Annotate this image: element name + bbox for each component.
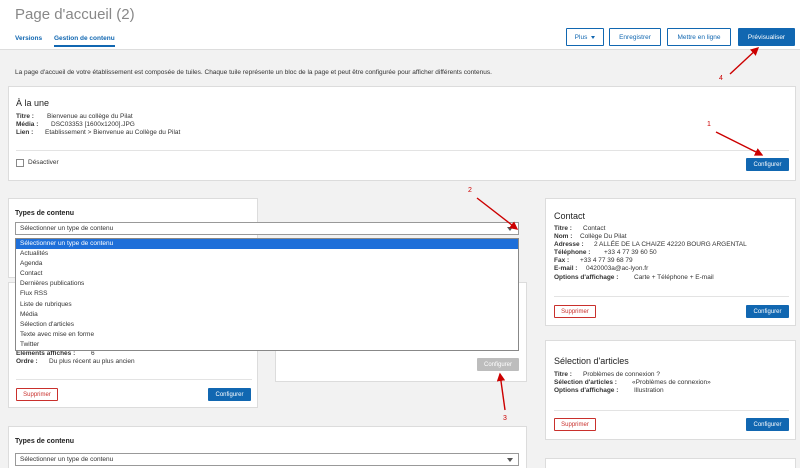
annotation-number-3: 3 — [503, 415, 507, 422]
selection-row-titre: Titre : — [554, 371, 572, 378]
page-header: Page d'accueil (2) Versions Gestion de c… — [0, 0, 800, 50]
selection-title: Sélection d'articles — [554, 356, 629, 366]
plus-dropdown-button[interactable]: Plus — [566, 28, 604, 46]
option-contact[interactable]: Contact — [16, 269, 518, 279]
a-la-une-value-titre: Bienvenue au collège du Pilat — [47, 113, 133, 120]
annotation-number-1: 1 — [707, 121, 711, 128]
left-row-ordre: Ordre : — [16, 358, 38, 365]
option-actualites[interactable]: Actualités — [16, 249, 518, 259]
a-la-une-row-media: Média : — [16, 121, 39, 128]
selection-value-options: Illustration — [634, 387, 664, 394]
disable-checkbox[interactable] — [16, 159, 24, 167]
option-dernieres-publications[interactable]: Dernières publications — [16, 279, 518, 289]
option-twitter[interactable]: Twitter — [16, 340, 518, 350]
content-type-select-1[interactable]: Sélectionner un type de contenu — [15, 222, 519, 235]
divider — [554, 296, 789, 297]
option-select-type[interactable]: Sélectionner un type de contenu — [16, 239, 518, 250]
contact-title: Contact — [554, 211, 586, 221]
annotation-number-4: 4 — [719, 75, 723, 82]
a-la-une-value-media: DSC03353 [1600x1200].JPG — [51, 121, 135, 128]
content-type-select-value-2: Sélectionner un type de contenu — [20, 456, 114, 463]
delete-button-contact[interactable]: Supprimer — [554, 305, 596, 318]
types-label-1: Types de contenu — [15, 210, 74, 217]
selection-value-articles: «Problèmes de connexion» — [632, 379, 711, 386]
a-la-une-row-titre: Titre : — [16, 113, 34, 120]
contact-row-email: E-mail : — [554, 265, 578, 272]
divider — [554, 410, 789, 411]
configure-button-selection[interactable]: Configurer — [746, 418, 789, 431]
contact-value-adresse: 2 ALLÉE DE LA CHAIZE 42220 BOURG ARGENTA… — [594, 241, 747, 248]
content-type-select-value-1: Sélectionner un type de contenu — [20, 225, 114, 232]
contact-row-titre: Titre : — [554, 225, 572, 232]
option-flux-rss[interactable]: Flux RSS — [16, 289, 518, 299]
contact-card: Contact Titre : Contact Nom : Collège Du… — [545, 198, 796, 326]
a-la-une-value-lien: Etablissement > Bienvenue au Collège du … — [45, 129, 181, 136]
plus-label: Plus — [574, 33, 588, 41]
delete-button-left[interactable]: Supprimer — [16, 388, 58, 401]
content-type-select-2[interactable]: Sélectionner un type de contenu — [15, 453, 519, 466]
left-value-elements: 6 — [91, 350, 95, 357]
configure-button-left[interactable]: Configurer — [208, 388, 251, 401]
contact-row-telephone: Téléphone : — [554, 249, 591, 256]
tab-versions[interactable]: Versions — [15, 35, 42, 42]
contact-row-adresse: Adresse : — [554, 241, 584, 248]
contact-value-telephone: +33 4 77 39 60 50 — [604, 249, 657, 256]
option-selection-articles[interactable]: Sélection d'articles — [16, 320, 518, 330]
right-bottom-card — [545, 458, 796, 468]
selection-row-articles: Sélection d'articles : — [554, 379, 617, 386]
divider — [16, 379, 252, 380]
types-label-2: Types de contenu — [15, 438, 74, 445]
left-row-elements: Eléments affichés : — [16, 350, 76, 357]
publish-button[interactable]: Mettre en ligne — [667, 28, 731, 46]
page-title: Page d'accueil (2) — [15, 6, 135, 23]
a-la-une-row-lien: Lien : — [16, 129, 34, 136]
tab-gestion-de-contenu[interactable]: Gestion de contenu — [54, 35, 115, 47]
preview-button[interactable]: Prévisualiser — [738, 28, 795, 46]
annotation-arrow-4 — [729, 47, 760, 75]
configure-button-a-la-une[interactable]: Configurer — [746, 158, 789, 171]
annotation-number-2: 2 — [468, 187, 472, 194]
left-value-ordre: Du plus récent au plus ancien — [49, 358, 135, 365]
contact-row-fax: Fax : — [554, 257, 570, 264]
save-button[interactable]: Enregistrer — [609, 28, 661, 46]
disable-label: Désactiver — [28, 159, 59, 166]
selection-card: Sélection d'articles Titre : Problèmes d… — [545, 340, 796, 440]
intro-text: La page d'accueil de votre établissement… — [15, 69, 492, 76]
configure-button-contact[interactable]: Configurer — [746, 305, 789, 318]
contact-value-email: 0420003a@ac-lyon.fr — [586, 265, 649, 272]
option-liste-rubriques[interactable]: Liste de rubriques — [16, 300, 518, 310]
chevron-down-icon — [507, 458, 513, 462]
delete-button-selection[interactable]: Supprimer — [554, 418, 596, 431]
contact-value-nom: Collège Du Pilat — [580, 233, 627, 240]
contact-value-fax: +33 4 77 39 68 79 — [580, 257, 633, 264]
contact-value-options: Carte + Téléphone + E-mail — [634, 274, 714, 281]
selection-value-titre: Problèmes de connexion ? — [583, 371, 660, 378]
contact-value-titre: Contact — [583, 225, 606, 232]
content-type-dropdown-list: Sélectionner un type de contenu Actualit… — [15, 238, 519, 351]
divider — [16, 150, 789, 151]
a-la-une-title: À la une — [16, 98, 50, 108]
chevron-down-icon — [507, 227, 513, 231]
option-agenda[interactable]: Agenda — [16, 259, 518, 269]
option-media[interactable]: Média — [16, 310, 518, 320]
contact-row-options: Options d'affichage : — [554, 274, 619, 281]
contact-row-nom: Nom : — [554, 233, 573, 240]
option-texte-mise-en-forme[interactable]: Texte avec mise en forme — [16, 330, 518, 340]
selection-row-options: Options d'affichage : — [554, 387, 619, 394]
configure-button-middle[interactable]: Configurer — [477, 358, 519, 371]
caret-down-icon — [591, 35, 596, 39]
a-la-une-card: À la une Titre : Bienvenue au collège du… — [8, 86, 796, 181]
